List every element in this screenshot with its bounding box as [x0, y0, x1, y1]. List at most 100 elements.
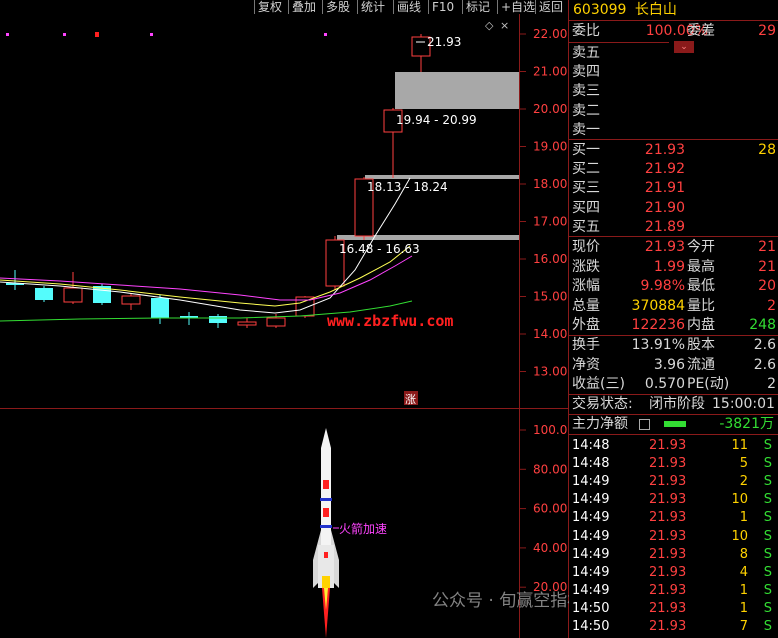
stats-button[interactable]: 统计: [357, 0, 388, 14]
quote-value: 1.99: [653, 258, 685, 275]
top-markers: [6, 33, 327, 36]
tick-volume: 2: [739, 474, 748, 490]
quote-label: 总量: [572, 297, 600, 314]
add-watchlist-button[interactable]: +自选: [497, 0, 538, 14]
tick-price: 21.93: [649, 564, 687, 580]
quote-value: 21: [758, 239, 776, 255]
quote-value: 2: [767, 297, 776, 314]
fundamental-label: 净资: [572, 356, 600, 373]
buy-level-row: 买五 21.89: [569, 217, 778, 237]
tick-price: 21.93: [649, 492, 687, 508]
price-tick: 17.00: [533, 215, 567, 229]
tick-row: 14:49 21.93 10 S: [569, 528, 778, 546]
buy-level-label: 买五: [572, 218, 600, 235]
quote-value: 21.93: [644, 239, 685, 255]
sell-level-row: 卖五: [569, 43, 778, 63]
tick-volume: 8: [739, 546, 748, 562]
fundamental-value: 0.570: [644, 376, 685, 393]
close-icon[interactable]: ×: [500, 19, 509, 32]
sell-level-row: 卖一: [569, 120, 778, 140]
tick-volume: 1: [739, 510, 748, 526]
watermark-url: www.zbzfwu.com: [327, 312, 453, 330]
diamond-icon[interactable]: ◇: [485, 19, 494, 32]
candle-body: [266, 317, 286, 327]
tick-time: 14:48: [572, 456, 610, 472]
high-price-label: 21.93: [427, 35, 461, 49]
gap-box-2: [365, 175, 519, 179]
quote-row: 涨幅 9.98% 最低 20: [569, 276, 778, 296]
tick-side: S: [763, 510, 772, 526]
quote-row: 外盘 122236 内盘 248: [569, 315, 778, 335]
candle-body: [63, 287, 83, 303]
tick-row: 14:49 21.93 8 S: [569, 546, 778, 564]
limit-up-badge: 涨: [405, 393, 416, 406]
fundamental-label: PE(动): [687, 376, 730, 393]
tick-price: 21.93: [649, 619, 687, 634]
tick-price: 21.93: [649, 582, 687, 598]
tick-volume: 1: [739, 600, 748, 616]
tick-price: 21.93: [649, 600, 687, 616]
price-tick: 21.00: [533, 65, 567, 79]
back-button[interactable]: 返回: [535, 0, 566, 14]
fuquan-button[interactable]: 复权: [254, 0, 285, 14]
draw-line-button[interactable]: 画线: [393, 0, 424, 14]
tick-side: S: [763, 474, 772, 490]
tick-time: 14:49: [572, 474, 610, 490]
buy-level-price: 21.93: [644, 142, 685, 158]
tick-volume: 4: [739, 564, 748, 580]
quote-value: 248: [749, 317, 776, 334]
price-tick: 20.00: [533, 102, 567, 116]
quote-label: 涨跌: [572, 258, 600, 275]
buy-level-row: 买三 21.91: [569, 178, 778, 198]
quote-label: 现价: [572, 239, 600, 255]
trade-status-row: 交易状态: 闭市阶段 15:00:01: [572, 396, 775, 412]
price-axis: 22.00 21.00 20.00 19.00 18.00 17.00 16.00 15.00…: [533, 27, 567, 379]
tick-volume: 5: [739, 456, 748, 472]
price-tick: 19.00: [533, 140, 567, 154]
main-net-bar: [664, 421, 686, 427]
buy-level-row: 买四 21.90: [569, 198, 778, 218]
tick-row: 14:50 21.93 1 S: [569, 600, 778, 618]
buy-level-row: 买一 21.93 28: [569, 140, 778, 160]
tick-row: 14:48 21.93 5 S: [569, 455, 778, 473]
sell-level-label: 卖一: [572, 121, 600, 138]
tick-price: 21.93: [649, 474, 687, 490]
indicator-tick: 60.00: [533, 502, 567, 516]
quote-panel: 603099 长白山 委比 100.00% 委差 29 ⌄ 卖五 卖四 卖三 卖二 卖一…: [569, 0, 778, 638]
sell-level-label: 卖五: [572, 45, 600, 61]
price-tick: 18.00: [533, 177, 567, 191]
tick-row: 14:49 21.93 4 S: [569, 564, 778, 582]
candle-body: [35, 288, 53, 300]
tick-side: S: [763, 564, 772, 580]
main-net-row: 主力净额 -3821万: [572, 416, 774, 432]
tick-time: 14:49: [572, 546, 610, 562]
tick-time: 14:50: [572, 600, 610, 616]
menu-icon[interactable]: [639, 419, 650, 430]
candle-body: [209, 316, 227, 323]
rocket-icon: [313, 428, 339, 638]
gap-box-1: [395, 72, 519, 109]
tick-time: 14:49: [572, 492, 610, 508]
buy-level-volume: 28: [758, 142, 776, 158]
trade-status-time: 15:00:01: [712, 396, 775, 412]
main-net-value: -3821万: [719, 416, 774, 432]
tick-side: S: [763, 528, 772, 544]
mark-button[interactable]: 标记: [462, 0, 493, 14]
f10-button[interactable]: F10: [428, 0, 457, 14]
quote-label: 内盘: [687, 317, 715, 334]
overlay-button[interactable]: 叠加: [288, 0, 319, 14]
price-tick: 15.00: [533, 290, 567, 304]
price-tick: 13.00: [533, 365, 567, 379]
tick-side: S: [763, 582, 772, 598]
fundamental-value: 3.96: [653, 356, 685, 373]
weibi-row: 委比 100.00% 委差 29: [572, 23, 776, 39]
tick-side: S: [763, 619, 772, 634]
tick-side: S: [763, 492, 772, 508]
fundamental-row: 净资 3.96 流通 2.6: [569, 355, 778, 375]
candle-body: [121, 295, 141, 305]
tick-row: 14:49 21.93 2 S: [569, 473, 778, 491]
indicator-tick: 100.0: [533, 423, 567, 437]
kline-chart[interactable]: 22.00 21.00 20.00 19.00 18.00 17.00 16.00 15.00…: [0, 0, 569, 638]
fundamental-label: 流通: [687, 356, 715, 373]
multi-stock-button[interactable]: 多股: [322, 0, 353, 14]
